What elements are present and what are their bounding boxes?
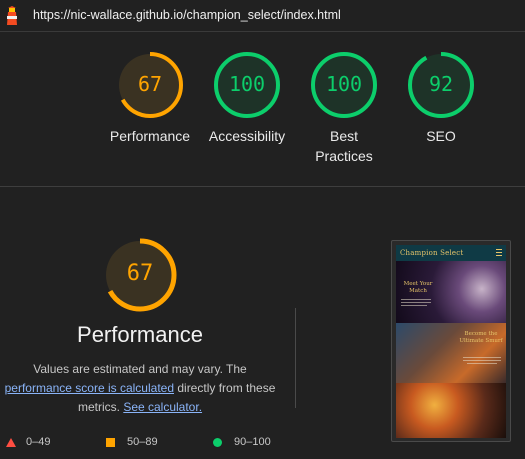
main-gauge-performance: 67 [90,237,190,317]
lighthouse-icon [7,6,17,25]
hero-1-heading: Meet Your Match [403,281,433,294]
performance-score-link[interactable]: performance score is calculated [5,381,174,395]
hero-2-heading: Become the Ultimate Smurf [459,331,503,344]
hero-image-1: Meet Your Match [396,261,506,323]
gauge-best-practices[interactable]: 100 Best Practices [294,50,394,180]
final-screenshot[interactable]: Champion Select Meet Your Match Become t… [391,240,511,442]
legend-average: 50–89 [106,436,158,448]
square-icon [106,437,115,447]
site-header: Champion Select [396,245,506,261]
gauge-label: SEO [426,128,456,144]
fine-print-line [463,357,501,358]
vertical-divider [295,308,296,408]
fine-print-line [401,302,431,303]
gauge-score: 100 [228,72,266,96]
gauge-score: 92 [428,72,454,96]
gauge-score: 100 [325,72,363,96]
desc-text: Values are estimated and may vary. The [33,362,247,376]
legend-range: 90–100 [234,436,271,448]
top-bar: https://nic-wallace.github.io/champion_s… [0,0,525,32]
fine-print-line [401,305,427,306]
fine-print-line [401,299,431,300]
page-url[interactable]: https://nic-wallace.github.io/champion_s… [33,8,341,22]
legend-range: 0–49 [26,436,51,448]
gauge-accessibility[interactable]: 100 Accessibility [197,50,297,180]
hamburger-icon [496,249,502,256]
gauge-score: 67 [137,72,163,96]
legend-fail: 0–49 [6,436,50,448]
desc-text: directly from these [174,381,276,395]
fine-print-line [463,360,501,361]
see-calculator-link[interactable]: See calculator. [123,400,202,414]
gauge-label: Best Practices [315,128,373,164]
gauge-performance[interactable]: 67 Performance [100,50,200,180]
gauge-label: Accessibility [208,128,286,144]
fine-print-line [467,363,497,364]
legend-range: 50–89 [127,436,158,448]
main-score: 67 [126,261,154,286]
performance-description: Values are estimated and may vary. The p… [0,360,280,417]
legend-pass: 90–100 [213,436,271,448]
hero-image-2: Become the Ultimate Smurf [396,323,506,383]
desc-text: metrics. [77,400,124,414]
category-title: Performance [77,322,203,347]
screenshot-image: Champion Select Meet Your Match Become t… [396,245,506,438]
triangle-icon [6,437,16,447]
site-title: Champion Select [400,249,464,257]
hero-image-3 [396,383,506,438]
gauge-seo[interactable]: 92 SEO [391,50,491,180]
circle-icon [213,437,222,447]
section-divider [0,186,525,187]
gauge-label: Performance [109,128,191,144]
